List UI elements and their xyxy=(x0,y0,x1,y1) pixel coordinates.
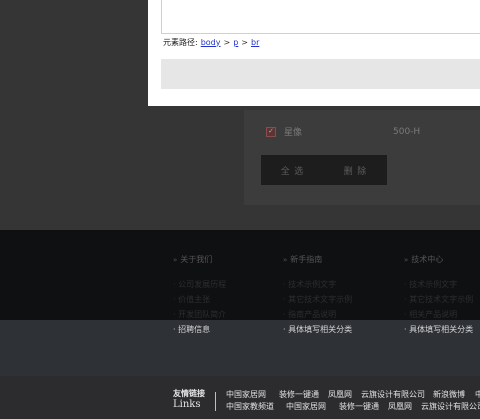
friendly-link[interactable]: 装修一键通 xyxy=(339,401,379,412)
editor-dialog: 元素路径: body > p > br xyxy=(148,0,480,106)
element-path-bar: 元素路径: body > p > br xyxy=(161,35,480,49)
file-name: 星像 xyxy=(284,128,303,138)
path-separator: > xyxy=(241,37,248,47)
select-all-button[interactable]: 全 选 xyxy=(261,155,324,185)
file-size: 500-H xyxy=(393,126,421,137)
dialog-button-bar xyxy=(161,59,480,89)
file-row[interactable]: ✓ 星像 500-H xyxy=(266,125,420,138)
page: ✓ 星像 500-H 全 选 删 除 » 关于我们 · 公司发展历程 · 价值主张… xyxy=(0,0,480,419)
footer-column-title: » 技术中心 xyxy=(404,255,444,264)
footer-column-title: » 新手指南 xyxy=(283,255,323,264)
friendly-link[interactable]: 新浪微博 xyxy=(433,389,465,400)
double-arrow-icon: » xyxy=(173,255,178,264)
friendly-link[interactable]: 云旗设计有限公司 xyxy=(421,401,480,412)
delete-button[interactable]: 删 除 xyxy=(324,155,387,185)
footer-link[interactable]: · 开发团队简介 xyxy=(173,307,226,322)
path-link-body[interactable]: body xyxy=(201,38,221,47)
editor-content-area[interactable] xyxy=(161,0,480,34)
friendly-link[interactable]: 中国家居网 xyxy=(226,389,266,400)
footer-column-tech: » 技术中心 · 技术示例文字 · 其它技术文字示例 · 相关产品说明 · 具体填… xyxy=(404,254,473,337)
path-link-p[interactable]: p xyxy=(233,38,238,47)
path-separator: > xyxy=(223,37,231,47)
footer-column-guide: » 新手指南 · 技术示例文字 · 其它技术文字示例 · 指南产品说明 · 具体填… xyxy=(283,254,352,337)
footer-link[interactable]: · 招聘信息 xyxy=(173,322,226,337)
footer-link[interactable]: · 相关产品说明 xyxy=(404,307,473,322)
footer-link[interactable]: · 指南产品说明 xyxy=(283,307,352,322)
footer-link[interactable]: · 公司发展历程 xyxy=(173,277,226,292)
friendly-link[interactable]: 中国家教频道 xyxy=(226,401,274,412)
footer-column-about: » 关于我们 · 公司发展历程 · 价值主张 · 开发团队简介 · 招聘信息 xyxy=(173,254,226,337)
footer-link[interactable]: · 其它技术文字示例 xyxy=(283,292,352,307)
footer-link[interactable]: · 具体填写相关分类 xyxy=(404,322,473,337)
friendly-link[interactable]: 凤凰网 xyxy=(388,401,412,412)
friendly-link[interactable]: 凤凰网 xyxy=(328,389,352,400)
element-path-label: 元素路径: xyxy=(163,37,198,47)
divider xyxy=(215,392,216,411)
footer-column-title: » 关于我们 xyxy=(173,255,213,264)
friendly-links-title: 友情链接 Links xyxy=(173,389,205,410)
friendly-link[interactable]: 装修一键通 xyxy=(279,389,319,400)
footer-link[interactable]: · 价值主张 xyxy=(173,292,226,307)
friendly-link[interactable]: 中 xyxy=(475,389,480,400)
footer-link[interactable]: · 具体填写相关分类 xyxy=(283,322,352,337)
footer-link[interactable]: · 其它技术文字示例 xyxy=(404,292,473,307)
friendly-link[interactable]: 中国家居网 xyxy=(286,401,326,412)
friendly-link[interactable]: 云旗设计有限公司 xyxy=(361,389,425,400)
double-arrow-icon: » xyxy=(404,255,409,264)
path-link-br[interactable]: br xyxy=(251,38,259,47)
footer-link[interactable]: · 技术示例文字 xyxy=(404,277,473,292)
double-arrow-icon: » xyxy=(283,255,288,264)
footer-link[interactable]: · 技术示例文字 xyxy=(283,277,352,292)
file-checkbox[interactable]: ✓ xyxy=(266,126,276,137)
